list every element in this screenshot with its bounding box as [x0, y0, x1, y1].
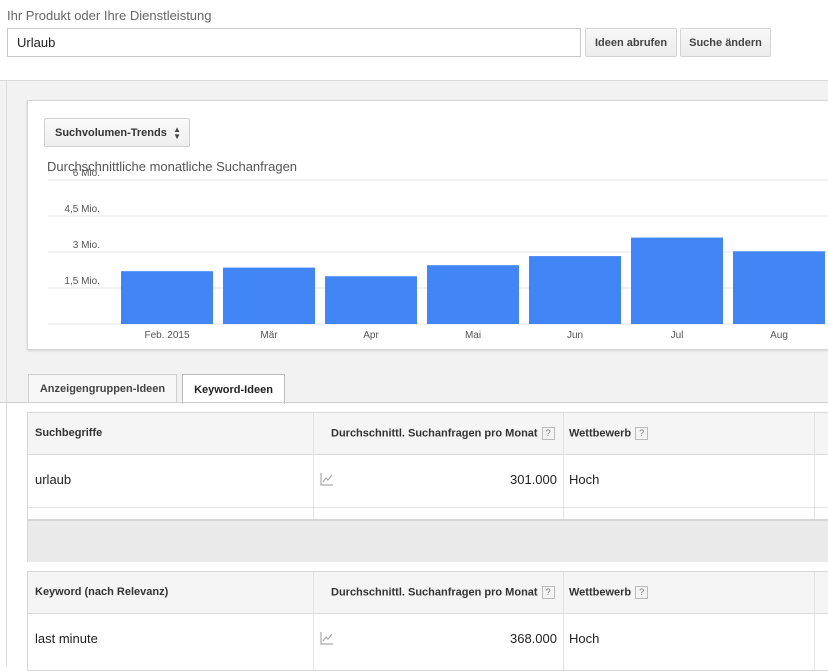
- y-tick-label: 6 Mio.: [73, 168, 100, 179]
- bar: [121, 271, 213, 324]
- product-search-input[interactable]: [7, 28, 581, 57]
- x-tick-label: Aug: [770, 330, 788, 341]
- competition-cell: Hoch: [569, 472, 600, 487]
- table-header: Suchbegriffe Durchschnittl. Suchanfragen…: [28, 413, 828, 455]
- column-header-volume-label: Durchschnittl. Suchanfragen pro Monat: [331, 586, 538, 599]
- keyword-cell: last minute: [35, 631, 98, 646]
- y-tick-label: 3 Mio.: [73, 240, 100, 251]
- column-header-competition[interactable]: Wettbewerb?: [569, 586, 649, 599]
- keyword-ideas-table: Keyword (nach Relevanz) Durchschnittl. S…: [27, 571, 828, 671]
- column-divider: [313, 413, 314, 519]
- bar: [733, 251, 825, 324]
- x-tick-label: Feb. 2015: [144, 330, 189, 341]
- x-tick-label: Jun: [567, 330, 583, 341]
- x-tick-label: Apr: [363, 330, 379, 341]
- column-header-competition-label: Wettbewerb: [569, 427, 632, 440]
- change-search-button[interactable]: Suche ändern: [680, 28, 771, 57]
- column-divider: [563, 572, 564, 670]
- column-header-volume-label: Durchschnittl. Suchanfragen pro Monat: [331, 427, 538, 440]
- column-header-competition-label: Wettbewerb: [569, 586, 632, 599]
- table-header: Keyword (nach Relevanz) Durchschnittl. S…: [28, 572, 828, 614]
- chart-card: Suchvolumen-Trends ▲ ▼ Durchschnittliche …: [27, 100, 828, 350]
- column-header-volume[interactable]: Durchschnittl. Suchanfragen pro Monat?: [331, 427, 555, 440]
- tab-keyword-ideas[interactable]: Keyword-Ideen: [182, 374, 285, 404]
- help-icon[interactable]: ?: [635, 427, 649, 440]
- volume-cell: 301.000: [510, 472, 557, 487]
- column-header-volume[interactable]: Durchschnittl. Suchanfragen pro Monat?: [331, 586, 555, 599]
- y-tick-label: 4,5 Mio.: [64, 204, 100, 215]
- tab-ad-group-ideas[interactable]: Anzeigengruppen-Ideen: [28, 374, 177, 403]
- column-divider: [814, 572, 815, 670]
- product-label: Ihr Produkt oder Ihre Dienstleistung: [7, 8, 212, 23]
- bar: [529, 256, 621, 324]
- x-tick-label: Jul: [671, 330, 684, 341]
- help-icon[interactable]: ?: [541, 427, 555, 440]
- bar: [223, 267, 315, 324]
- x-tick-label: Mär: [260, 330, 278, 341]
- search-term-cell: urlaub: [35, 472, 72, 487]
- x-tick-label: Mai: [465, 330, 481, 341]
- get-ideas-button[interactable]: Ideen abrufen: [585, 28, 677, 57]
- column-header-competition[interactable]: Wettbewerb?: [569, 427, 649, 440]
- volume-cell: 368.000: [510, 631, 557, 646]
- bar: [631, 237, 723, 324]
- search-terms-table: Suchbegriffe Durchschnittl. Suchanfragen…: [27, 412, 828, 520]
- divider: [28, 507, 828, 508]
- column-divider: [313, 572, 314, 670]
- column-header-keyword[interactable]: Keyword (nach Relevanz): [35, 586, 168, 598]
- section-spacer: [27, 520, 828, 562]
- tab-bar: Anzeigengruppen-Ideen Keyword-Ideen: [0, 370, 828, 404]
- column-header-term[interactable]: Suchbegriffe: [35, 427, 102, 439]
- y-tick-label: 1,5 Mio.: [64, 276, 100, 287]
- column-divider: [563, 413, 564, 519]
- bar: [325, 276, 417, 324]
- divider: [0, 402, 828, 403]
- column-divider: [814, 413, 815, 519]
- table-row: urlaub 301.000 Hoch: [28, 455, 828, 507]
- bar: [427, 265, 519, 324]
- competition-cell: Hoch: [569, 631, 600, 646]
- search-volume-chart: 1,5 Mio. 3 Mio. 4,5 Mio. 6 Mio. Feb. 2015 Mär…: [48, 168, 828, 341]
- help-icon[interactable]: ?: [541, 586, 555, 599]
- search-section: Ihr Produkt oder Ihre Dienstleistung Ide…: [0, 0, 828, 82]
- table-row: last minute 368.000 Hoch: [28, 614, 828, 666]
- help-icon[interactable]: ?: [635, 586, 649, 599]
